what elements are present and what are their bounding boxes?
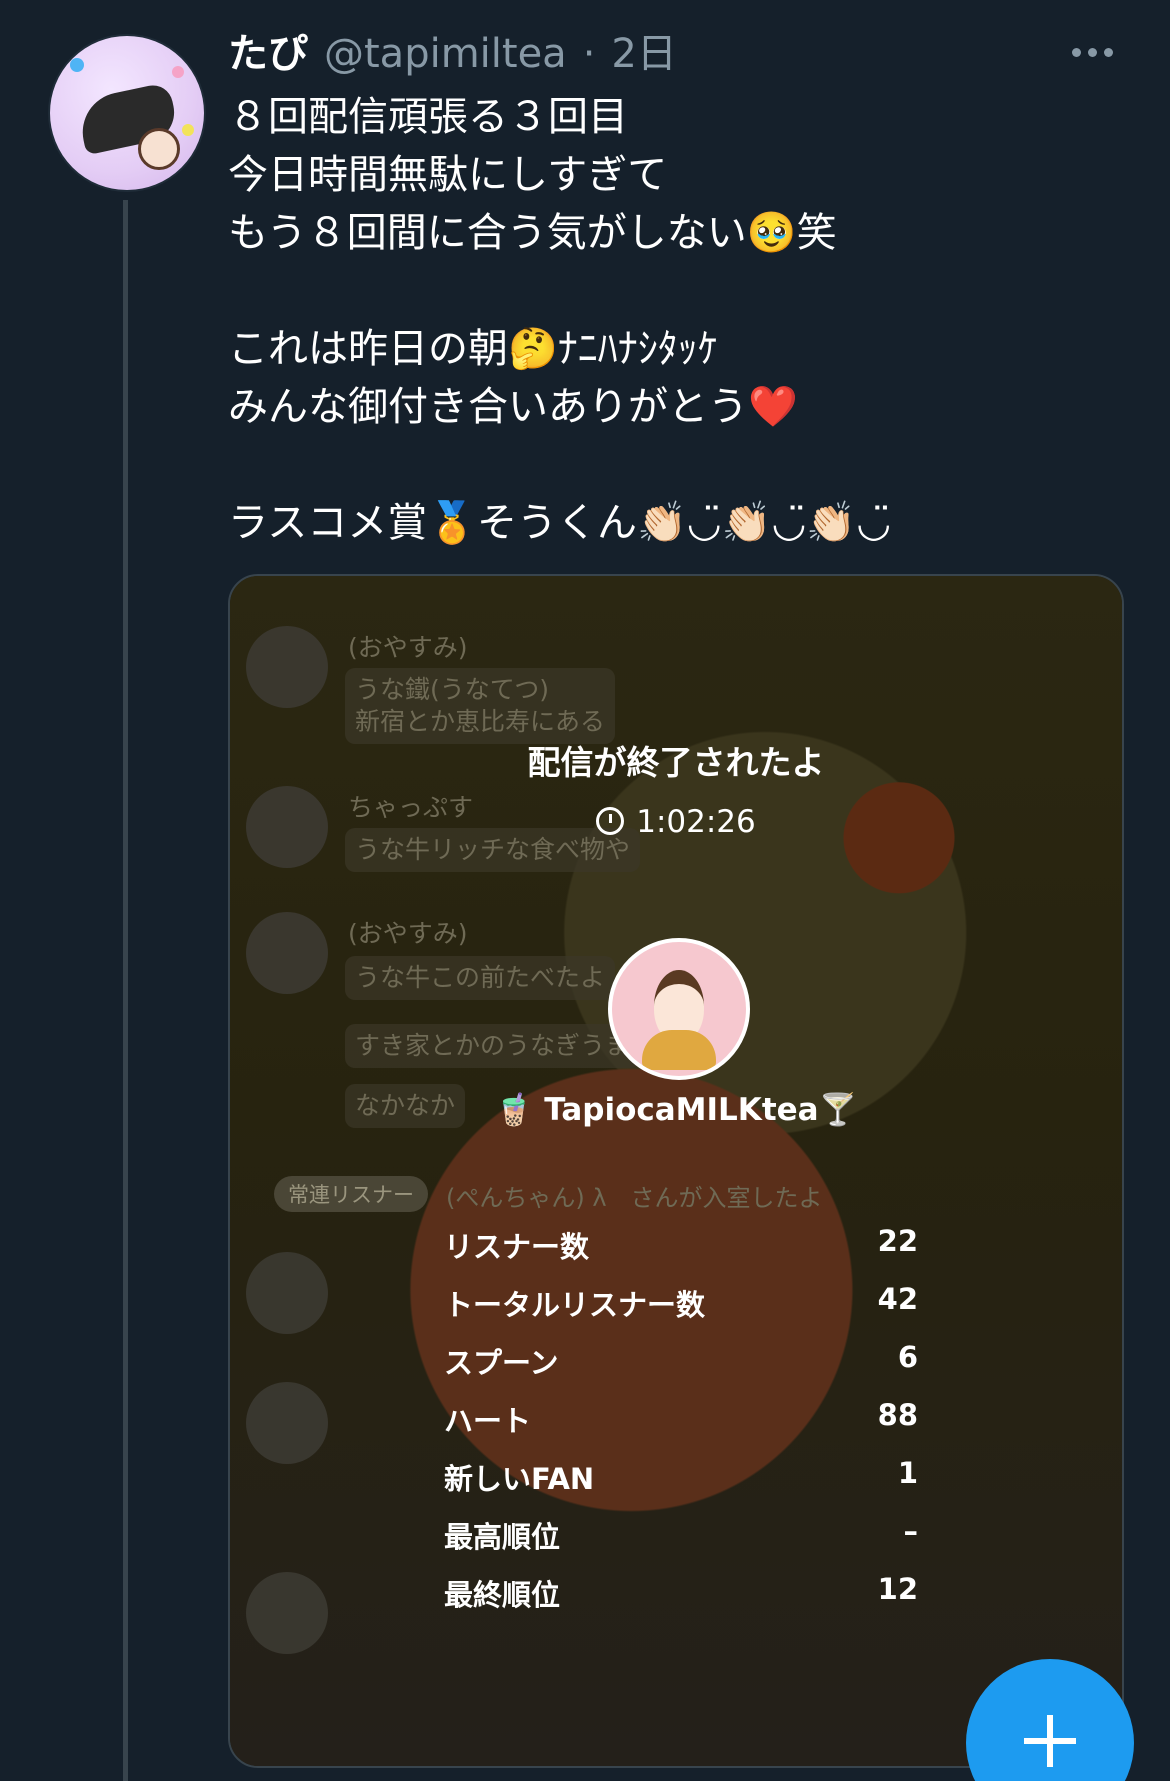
stat-label: 最高順位 (444, 1520, 561, 1554)
host-avatar-body (642, 1030, 716, 1070)
avatar-decoration (172, 66, 184, 78)
tweet-line: 今日時間無駄にしすぎて (228, 152, 668, 198)
host-avatar (608, 938, 750, 1080)
stat-label: 新しいFAN (444, 1462, 595, 1496)
stat-value: 6 (897, 1340, 918, 1374)
author-name[interactable]: たぴ (228, 28, 308, 80)
author-avatar[interactable] (48, 34, 206, 192)
stat-value: 88 (877, 1398, 918, 1432)
stat-row: ハート 88 (444, 1398, 918, 1456)
stream-stats: リスナー数 22 トータルリスナー数 42 スプーン 6 ハート 88 新しいF… (444, 1224, 918, 1630)
stat-value: 12 (877, 1572, 918, 1606)
stream-end-overlay: 配信が終了されたよ 1:02:26 🧋 TapiocaMILKtea🍸 常連リス… (230, 576, 1122, 1766)
regular-listener-badge: 常連リスナー (274, 1176, 428, 1212)
stat-value: 42 (877, 1282, 918, 1316)
tweet-line: みんな御付き合いありがとう❤️ (228, 384, 798, 430)
clock-icon (596, 807, 625, 835)
stat-row: 最高順位 – (444, 1514, 918, 1572)
tweet-line: ラスコメ賞🏅そうくん👏🏻◡̈👏🏻◡̈👏🏻◡̈ (228, 500, 892, 546)
stat-label: ハート (444, 1404, 532, 1438)
avatar-decoration (70, 58, 84, 72)
duration-value: 1:02:26 (636, 804, 756, 840)
stat-value: 1 (897, 1456, 918, 1490)
stat-row: スプーン 6 (444, 1340, 918, 1398)
stream-ended-title: 配信が終了されたよ (527, 743, 825, 782)
stat-row: 新しいFAN 1 (444, 1456, 918, 1514)
tweet-header: たぴ @tapimiltea · 2日 (228, 28, 677, 80)
header-separator: · (582, 31, 596, 77)
author-handle[interactable]: @tapimiltea (324, 28, 567, 80)
tweet-line: ８回配信頑張る３回目 (228, 94, 628, 140)
stream-duration: 1:02:26 (230, 804, 1122, 840)
stat-label: リスナー数 (444, 1230, 590, 1264)
host-name: 🧋 TapiocaMILKtea🍸 (494, 1092, 858, 1128)
join-message: (ぺんちゃん) λ さんが入室したよ (446, 1184, 823, 1212)
tweet-line: もう８回間に合う気がしない🥹笑 (228, 210, 837, 256)
stat-value: 22 (877, 1224, 918, 1258)
avatar-face (138, 128, 180, 170)
stat-row: トータルリスナー数 42 (444, 1282, 918, 1340)
tweet-line: これは昨日の朝🤔ﾅﾆﾊﾅｼﾀｯｹ (228, 326, 718, 372)
more-horizontal-icon[interactable] (1072, 48, 1113, 57)
stat-row: リスナー数 22 (444, 1224, 918, 1282)
avatar-decoration (182, 124, 194, 136)
tweet-media-card[interactable]: (おやすみ) うな鐵(うなてつ) 新宿とか恵比寿にある ちゃっぷす うな牛リッチ… (228, 574, 1124, 1768)
tweet-text: ８回配信頑張る３回目 今日時間無駄にしすぎて もう８回間に合う気がしない🥹笑 こ… (228, 88, 1128, 552)
plus-icon (1047, 1715, 1053, 1767)
stat-label: スプーン (444, 1346, 559, 1380)
stat-label: トータルリスナー数 (444, 1288, 706, 1322)
stat-row: 最終順位 12 (444, 1572, 918, 1630)
tweet-timestamp[interactable]: 2日 (611, 28, 676, 80)
stat-label: 最終順位 (444, 1578, 561, 1612)
thread-line (123, 200, 128, 1781)
stat-value: – (903, 1514, 919, 1548)
